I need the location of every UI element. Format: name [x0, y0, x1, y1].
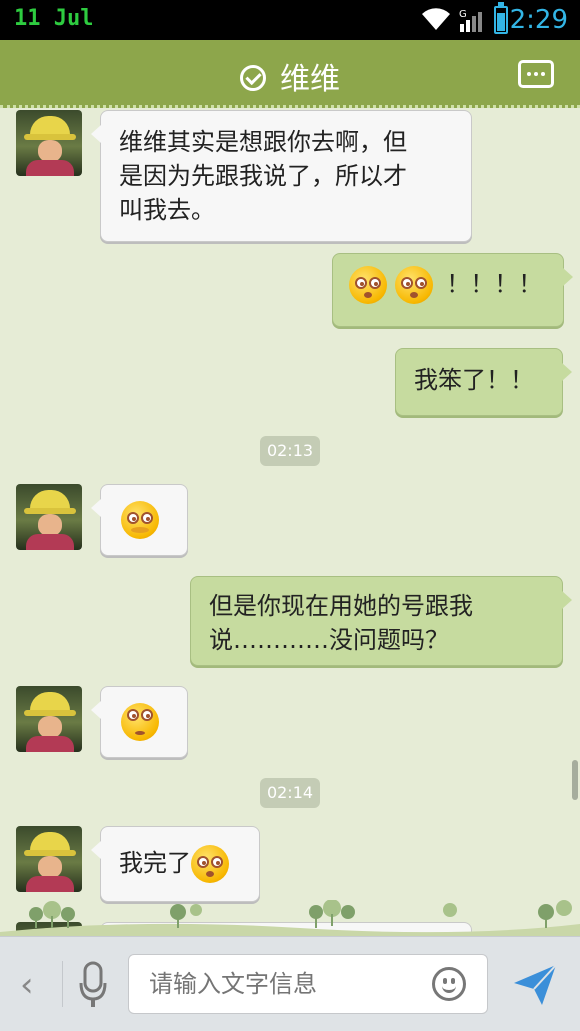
message-line: 维维其实是想跟你去啊，但 — [119, 128, 407, 156]
wifi-icon — [422, 8, 450, 30]
chat-header: 维维 — [0, 40, 580, 108]
outgoing-message[interactable]: ！！！！ — [332, 253, 573, 327]
message-text: ！！！！ — [446, 270, 543, 298]
check-circle-icon — [240, 64, 266, 91]
network-type: G — [459, 9, 467, 20]
incoming-message[interactable]: 我完了 — [91, 826, 260, 902]
message-text: 我完了 — [119, 849, 191, 877]
send-icon[interactable] — [512, 961, 558, 1007]
scrollbar[interactable] — [572, 760, 578, 800]
divider — [62, 961, 63, 1007]
battery-icon — [494, 2, 508, 34]
status-bar: 11 Jul G 2:29 — [0, 0, 580, 40]
signal-icon: G — [459, 9, 482, 32]
input-bar: ‹ — [0, 936, 580, 1031]
message-line: 但是你现在用她的号跟我 — [209, 592, 473, 620]
more-options-button[interactable] — [518, 60, 554, 88]
chevron-left-icon[interactable]: ‹ — [20, 965, 34, 1005]
message-list[interactable]: 维维其实是想跟你去啊，但 是因为先跟我说了，所以才 叫我去。 ！！！！ 我笨了！… — [0, 108, 580, 936]
timestamp: 02:13 — [260, 436, 320, 466]
dizzy-face-icon — [394, 266, 433, 304]
incoming-message[interactable] — [91, 686, 188, 758]
emoji-icon[interactable] — [432, 967, 466, 1001]
dizzy-face-icon — [191, 845, 229, 883]
message-line: 是因为先跟我说了，所以才 — [119, 162, 407, 190]
contact-avatar[interactable] — [16, 110, 82, 176]
status-date: 11 Jul — [14, 6, 94, 31]
contact-avatar[interactable] — [16, 826, 82, 892]
message-line: 说…………没问题吗？ — [209, 626, 449, 654]
outgoing-message[interactable]: 但是你现在用她的号跟我 说…………没问题吗？ — [190, 576, 572, 666]
contact-avatar[interactable] — [16, 686, 82, 752]
message-text: 我笨了！！ — [414, 366, 534, 394]
dizzy-face-icon — [349, 266, 387, 304]
microphone-icon[interactable] — [78, 961, 108, 1009]
incoming-message[interactable] — [91, 484, 188, 556]
timestamp: 02:14 — [260, 778, 320, 808]
hand-over-mouth-face-icon — [121, 501, 159, 539]
incoming-message[interactable]: 维维其实是想跟你去啊，但 是因为先跟我说了，所以才 叫我去。 — [91, 110, 472, 242]
message-line: 叫我去。 — [119, 196, 215, 224]
landscape-decoration — [0, 900, 580, 936]
eye-roll-face-icon — [121, 703, 159, 741]
outgoing-message[interactable]: 我笨了！！ — [395, 348, 572, 416]
status-time: 2:29 — [509, 5, 568, 35]
chat-title: 维维 — [0, 54, 580, 98]
contact-name: 维维 — [280, 62, 340, 97]
contact-avatar[interactable] — [16, 484, 82, 550]
